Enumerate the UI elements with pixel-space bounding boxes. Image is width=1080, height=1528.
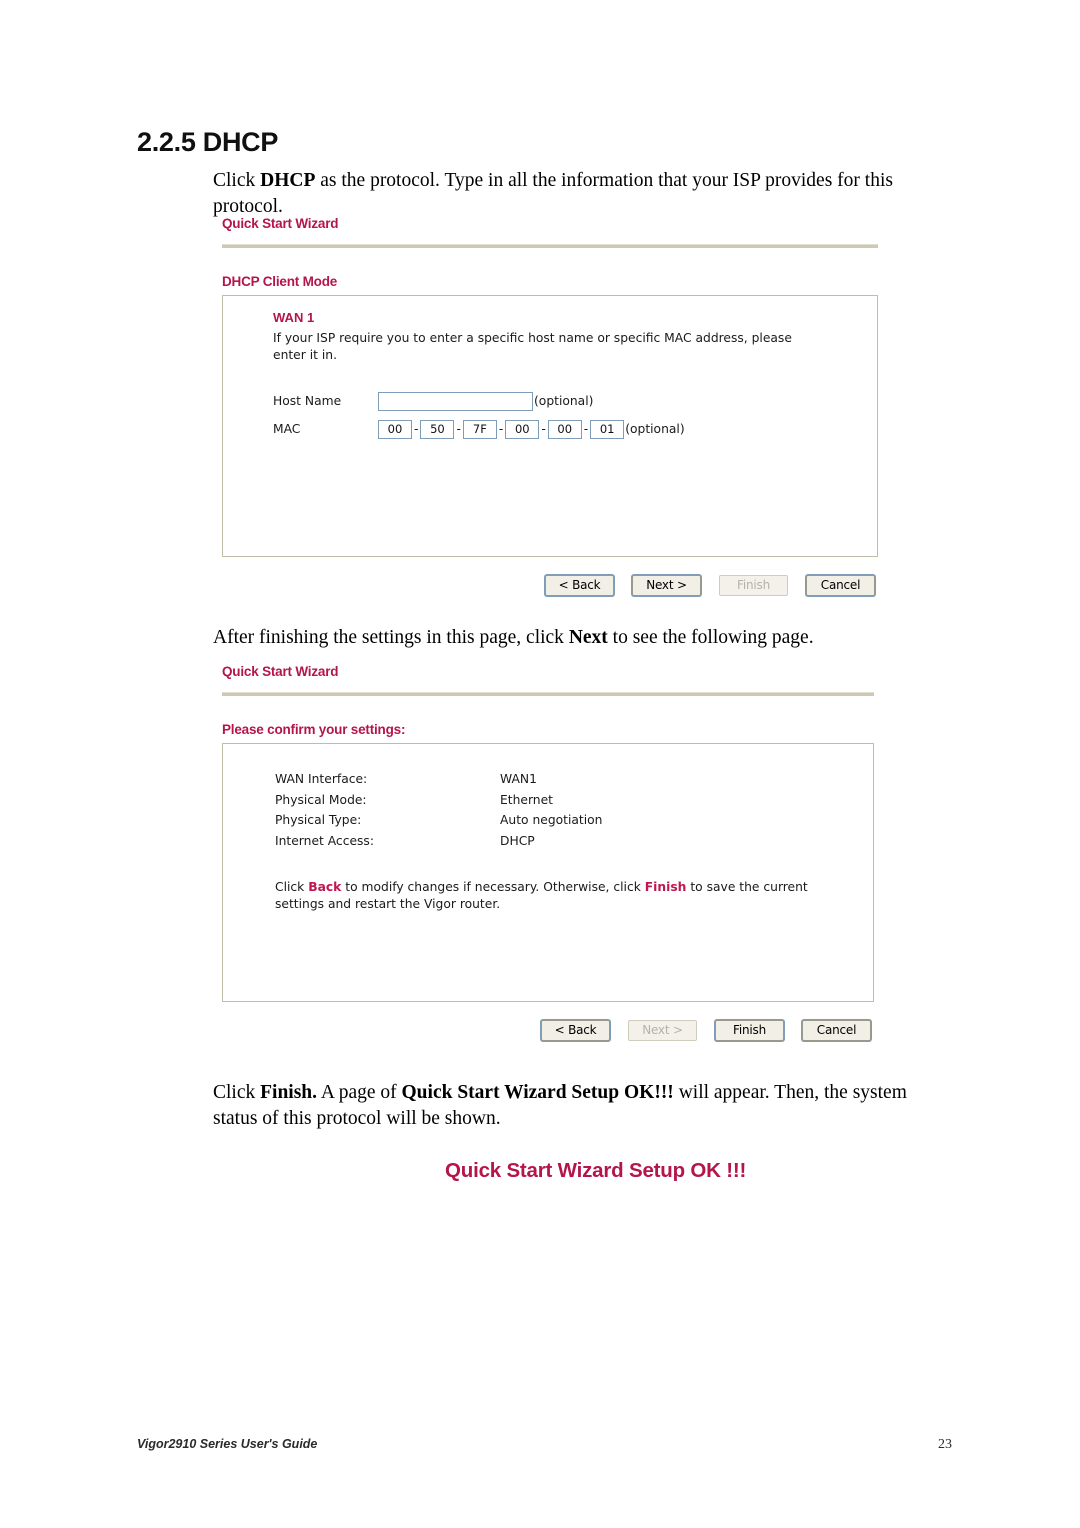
- wizard-divider: [222, 244, 878, 248]
- setting-value: DHCP: [500, 833, 535, 848]
- wizard-title: Quick Start Wizard: [222, 664, 339, 679]
- host-name-row: Host Name (optional): [273, 389, 863, 413]
- mac-optional-note: (optional): [625, 422, 685, 436]
- intro-text-bold: DHCP: [260, 170, 316, 191]
- host-name-label: Host Name: [273, 394, 342, 408]
- confirm-note: Click Back to modify changes if necessar…: [275, 879, 830, 912]
- wizard-title: Quick Start Wizard: [222, 216, 339, 231]
- host-name-optional-note: (optional): [534, 394, 594, 408]
- wizard-panel: WAN 1 If your ISP require you to enter a…: [222, 295, 878, 557]
- note-mid: to modify changes if necessary. Otherwis…: [341, 880, 645, 894]
- next-button: Next >: [628, 1020, 697, 1041]
- intro-text-pre: Click: [213, 170, 261, 191]
- wizard-dhcp-client-mode: Quick Start Wizard DHCP Client Mode WAN …: [222, 216, 878, 596]
- document-page: 2.2.5 DHCP Click DHCP as the protocol. T…: [0, 0, 1080, 1528]
- mid-paragraph: After finishing the settings in this pag…: [213, 625, 973, 651]
- intro-text-post: as the protocol. Type in all the informa…: [213, 170, 893, 217]
- setting-key: WAN Interface:: [275, 772, 368, 786]
- setting-key: Physical Type:: [275, 813, 362, 827]
- mac-label: MAC: [273, 422, 301, 436]
- mac-octet-1[interactable]: 00: [378, 419, 412, 439]
- mac-separator: -: [498, 422, 504, 436]
- mac-octet-3[interactable]: 7F: [462, 419, 497, 439]
- mac-row: MAC 00 - 50 - 7F - 00 - 00 - 01 (optiona…: [273, 417, 863, 441]
- wizard-confirm-settings: Quick Start Wizard Please confirm your s…: [222, 664, 874, 1041]
- table-row: WAN Interface: WAN1: [275, 772, 859, 793]
- end-text-bold-finish: Finish.: [260, 1082, 318, 1103]
- wizard-panel: WAN Interface: WAN1 Physical Mode: Ether…: [222, 743, 874, 1002]
- back-button[interactable]: < Back: [545, 575, 614, 596]
- mid-text-post: to see the following page.: [607, 627, 814, 648]
- finish-button: Finish: [719, 575, 788, 596]
- wizard-subtitle: DHCP Client Mode: [222, 274, 338, 289]
- note-keyword-back: Back: [308, 880, 342, 894]
- table-row: Physical Type: Auto negotiation: [275, 813, 859, 834]
- mac-octet-2[interactable]: 50: [420, 419, 455, 439]
- cancel-button[interactable]: Cancel: [806, 575, 875, 596]
- setting-key: Internet Access:: [275, 833, 374, 848]
- end-text-mid: A page of: [317, 1082, 402, 1103]
- wizard-form: Host Name (optional) MAC 00 - 50 - 7F - …: [273, 389, 863, 441]
- mac-octet-4[interactable]: 00: [505, 419, 540, 439]
- finish-button[interactable]: Finish: [715, 1020, 784, 1041]
- wizard-subtitle: Please confirm your settings:: [222, 722, 406, 737]
- setting-value: Ethernet: [500, 792, 553, 807]
- host-name-input[interactable]: [378, 391, 533, 411]
- mac-separator: -: [541, 422, 546, 436]
- end-text-bold-setupok: Quick Start Wizard Setup OK!!!: [401, 1082, 674, 1103]
- end-text-pre: Click: [213, 1082, 261, 1103]
- mac-octet-5[interactable]: 00: [547, 419, 582, 439]
- note-keyword-finish: Finish: [644, 880, 687, 894]
- table-row: Internet Access: DHCP: [275, 834, 859, 855]
- wizard-button-bar: < Back Next > Finish Cancel: [222, 575, 878, 596]
- cancel-button[interactable]: Cancel: [802, 1020, 871, 1041]
- setup-ok-banner: Quick Start Wizard Setup OK !!!: [445, 1159, 747, 1182]
- settings-summary-table: WAN Interface: WAN1 Physical Mode: Ether…: [275, 772, 859, 854]
- end-paragraph: Click Finish. A page of Quick Start Wiza…: [213, 1080, 953, 1132]
- back-button[interactable]: < Back: [541, 1020, 610, 1041]
- table-row: Physical Mode: Ethernet: [275, 793, 859, 814]
- mac-separator: -: [583, 422, 589, 436]
- wizard-description: If your ISP require you to enter a speci…: [273, 331, 792, 362]
- next-button[interactable]: Next >: [632, 575, 701, 596]
- mac-separator: -: [456, 422, 461, 436]
- intro-paragraph: Click DHCP as the protocol. Type in all …: [213, 168, 943, 220]
- footer-guide-title: Vigor2910 Series User's Guide: [137, 1437, 318, 1451]
- setting-value: WAN1: [500, 772, 537, 786]
- mac-octet-6[interactable]: 01: [590, 419, 625, 439]
- page-title: 2.2.5 DHCP: [137, 127, 279, 157]
- wan-label: WAN 1: [273, 310, 315, 325]
- mid-text-bold: Next: [568, 627, 608, 648]
- setting-key: Physical Mode:: [275, 792, 367, 807]
- mid-text-pre: After finishing the settings in this pag…: [213, 627, 569, 648]
- wizard-divider: [222, 692, 874, 696]
- footer-page-number: 23: [938, 1437, 952, 1452]
- mac-separator: -: [414, 422, 419, 436]
- wizard-button-bar: < Back Next > Finish Cancel: [222, 1020, 874, 1041]
- setting-value: Auto negotiation: [500, 813, 603, 827]
- note-pre: Click: [275, 880, 309, 894]
